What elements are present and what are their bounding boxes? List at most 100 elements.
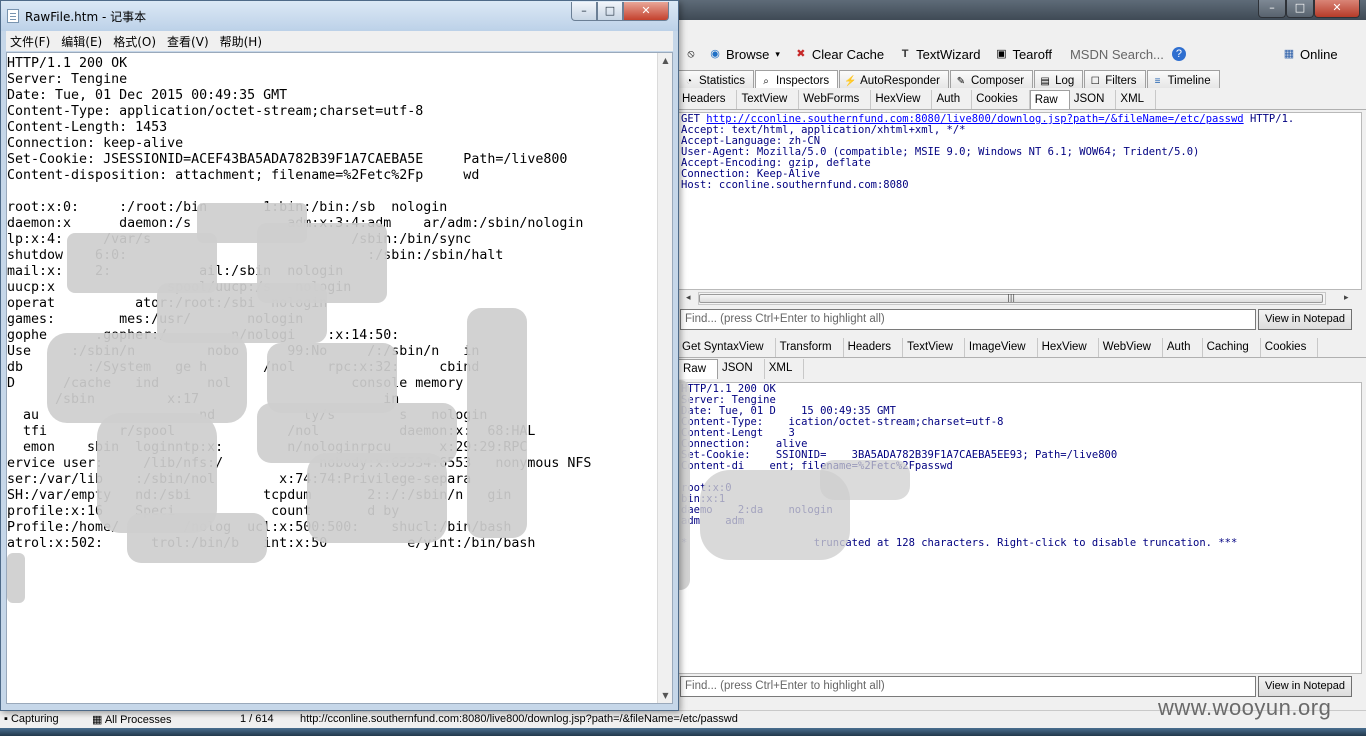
response-tab-auth[interactable]: Auth [1163,338,1203,357]
notepad-text-area[interactable]: HTTP/1.1 200 OK Server: Tengine Date: Tu… [6,52,673,704]
menu-edit[interactable]: 编辑(E) [57,33,109,50]
response-inspector-tabs-row2: Raw JSON XML [678,359,1366,379]
lightning-icon: ⚡ [844,75,857,87]
request-tab-raw[interactable]: Raw [1029,90,1070,109]
tab-statistics[interactable]: ◔ Statistics [678,70,755,88]
redaction-smudge [307,453,447,543]
msdn-search-input[interactable]: MSDN Search... [1070,47,1164,62]
request-headers: Accept: text/html, application/xhtml+xml… [681,124,1200,191]
notepad-icon [7,9,19,23]
clear-cache-button[interactable]: ✖ Clear Cache [794,47,884,62]
request-horizontal-scrollbar[interactable]: ||| [698,292,1326,305]
request-tab-hexview[interactable]: HexView [871,90,933,109]
dropdown-arrow-icon[interactable]: ▾ [775,49,780,60]
response-tab-headers[interactable]: Headers [844,338,904,357]
fiddler-minimize-button[interactable]: – [1258,0,1286,18]
fiddler-toolbar: ⦸ ◉ Browse ▾ ✖ Clear Cache T TextWizard ▣ Tea… [678,42,1366,66]
response-inspector-tabs: Get SyntaxView Transform Headers TextVie… [678,338,1366,358]
tab-autoresponder[interactable]: ⚡ AutoResponder [839,70,949,88]
fiddler-close-button[interactable]: ✕ [1314,0,1360,18]
response-find-bar: Find... (press Ctrl+Enter to highlight a… [680,676,1366,697]
request-tab-headers[interactable]: Headers [678,90,738,109]
tab-composer[interactable]: ✎ Composer [950,70,1034,88]
tab-log[interactable]: ▤ Log [1034,70,1084,88]
request-tab-webforms[interactable]: WebForms [799,90,872,109]
status-url: http://cconline.southernfund.com:8080/li… [300,713,738,725]
scroll-up-icon[interactable]: ▲ [658,53,673,68]
response-tab-cookies[interactable]: Cookies [1261,338,1319,357]
redaction-smudge [47,333,247,423]
response-tab-imageview[interactable]: ImageView [965,338,1038,357]
menu-file[interactable]: 文件(F) [6,33,57,50]
menu-format[interactable]: 格式(O) [109,33,163,50]
request-tab-auth[interactable]: Auth [932,90,973,109]
online-indicator[interactable]: ▦ Online [1282,47,1338,62]
log-icon: ▤ [1040,75,1050,87]
redaction-smudge [467,308,527,538]
tearoff-icon: ▣ [996,48,1007,60]
response-tab-get-syntaxview[interactable]: Get SyntaxView [678,338,776,357]
request-tab-json[interactable]: JSON [1070,90,1117,109]
notepad-titlebar: RawFile.htm - 记事本 – □ ✕ [1,1,678,31]
notepad-close-button[interactable]: ✕ [623,2,669,21]
response-tab-hexview[interactable]: HexView [1038,338,1099,357]
browse-button[interactable]: ◉ Browse ▾ [708,47,780,62]
scroll-down-icon[interactable]: ▼ [658,688,673,703]
inspectors-icon: ⌕ [763,75,769,87]
notepad-vertical-scrollbar[interactable]: ▲ ▼ [657,53,672,703]
windows-taskbar [0,728,1366,736]
session-count: 1 / 614 [240,713,274,725]
menu-help[interactable]: 帮助(H) [216,33,269,50]
fiddler-maximize-button[interactable]: □ [1286,0,1314,18]
request-inspector-tabs: Headers TextView WebForms HexView Auth C… [678,90,1366,110]
response-tab-json[interactable]: JSON [718,359,765,379]
response-tab-webview[interactable]: WebView [1099,338,1163,357]
response-tab-transform[interactable]: Transform [776,338,844,357]
menu-view[interactable]: 查看(V) [163,33,216,50]
response-tab-textview[interactable]: TextView [903,338,965,357]
redaction-smudge [127,513,267,563]
tab-filters[interactable]: ☐ Filters [1084,70,1146,88]
watermark: www.wooyun.org [1158,695,1332,720]
response-tab-raw[interactable]: Raw [678,359,719,379]
request-tab-textview[interactable]: TextView [737,90,800,109]
scroll-left-icon[interactable]: ◂ [686,293,691,303]
tab-inspectors[interactable]: ⌕ Inspectors [755,70,839,88]
tearoff-button[interactable]: ▣ Tearoff [994,47,1052,62]
redaction-smudge [820,460,910,500]
textwizard-button[interactable]: T TextWizard [898,47,981,62]
response-tab-xml[interactable]: XML [765,359,805,379]
stop-icon[interactable]: ⦸ [684,47,702,61]
request-find-input[interactable]: Find... (press Ctrl+Enter to highlight a… [680,309,1256,330]
request-protocol: HTTP/1. [1249,113,1295,125]
timeline-icon: ≡ [1154,75,1161,87]
notepad-title: RawFile.htm - 记事本 [25,10,147,24]
process-filter[interactable]: ▦ All Processes [92,713,171,726]
clear-cache-icon: ✖ [796,48,806,60]
composer-icon: ✎ [956,75,966,87]
help-icon[interactable]: ? [1171,47,1190,61]
fiddler-main-tabs: ◔ Statistics ⌕ Inspectors ⚡ AutoResponder ✎… [678,70,1366,88]
notepad-minimize-button[interactable]: – [571,2,597,21]
checkbox-icon: ☐ [1090,75,1100,87]
textwizard-icon: T [901,48,909,60]
redaction-smudge [7,553,25,603]
capturing-indicator[interactable]: ▪ Capturing [4,713,59,725]
notepad-menubar: 文件(F) 编辑(E) 格式(O) 查看(V) 帮助(H) [6,31,673,51]
request-tab-xml[interactable]: XML [1116,90,1157,109]
scroll-right-icon[interactable]: ▸ [1344,293,1349,303]
tab-timeline[interactable]: ≡ Timeline [1146,70,1220,88]
response-find-input[interactable]: Find... (press Ctrl+Enter to highlight a… [680,676,1256,697]
request-view-in-notepad-button[interactable]: View in Notepad [1258,309,1352,330]
process-icon: ▦ [92,714,105,726]
globe-icon: ◉ [710,48,720,60]
response-tab-caching[interactable]: Caching [1203,338,1261,357]
capture-icon: ▪ [4,713,11,725]
request-tab-cookies[interactable]: Cookies [972,90,1030,109]
response-view-in-notepad-button[interactable]: View in Notepad [1258,676,1352,697]
notepad-window-controls: – □ ✕ [571,2,671,21]
notepad-maximize-button[interactable]: □ [597,2,623,21]
notepad-window: RawFile.htm - 记事本 – □ ✕ 文件(F) 编辑(E) 格式(O… [0,0,679,711]
online-icon: ▦ [1283,48,1295,60]
request-raw-pane[interactable]: GET http://cconline.southernfund.com:808… [678,112,1362,290]
